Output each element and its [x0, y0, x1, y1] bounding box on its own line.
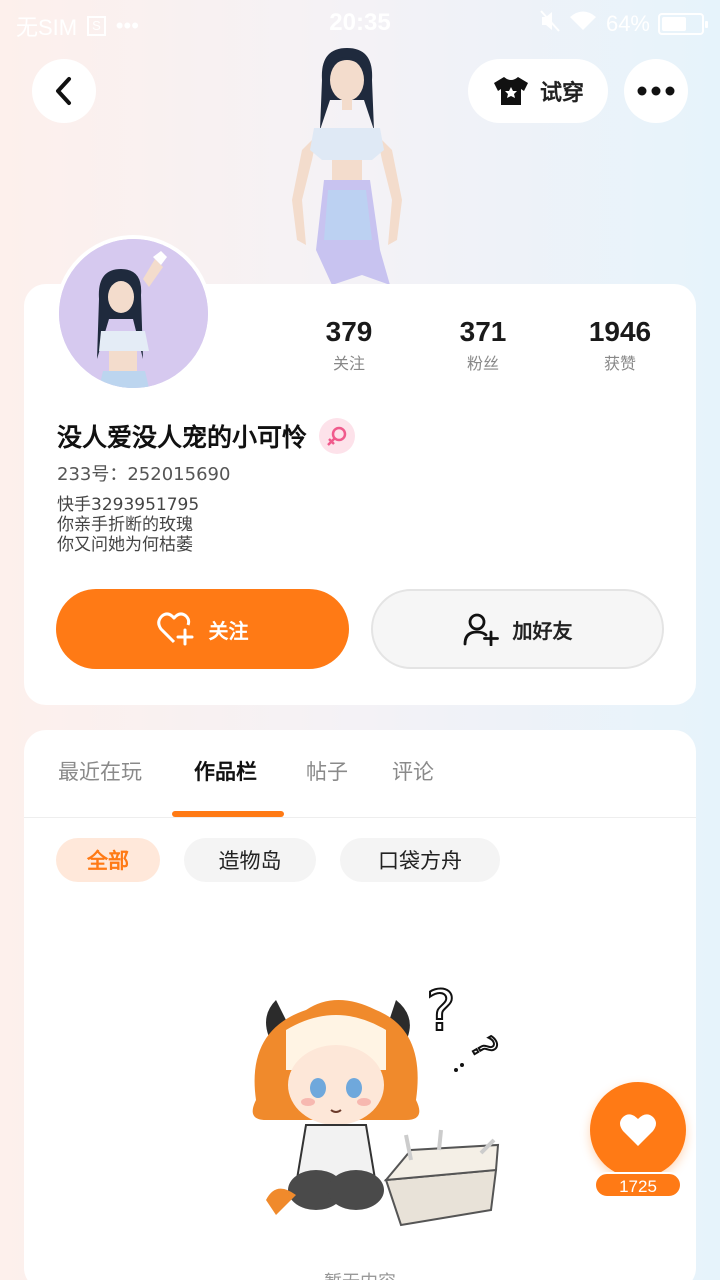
heart-icon	[620, 1114, 656, 1146]
following-label: 关注	[332, 354, 365, 373]
battery-text: 64%	[605, 11, 650, 36]
more-dots-icon	[637, 86, 675, 96]
chevron-left-icon	[56, 77, 71, 105]
stat-followers[interactable]: 371 粉丝	[423, 316, 543, 374]
empty-state-text: 暂无内容	[0, 1268, 720, 1280]
following-count: 379	[325, 316, 373, 347]
tab-bar: 最近在玩 作品栏 帖子 评论	[24, 730, 696, 818]
stat-likes[interactable]: 1946 获赞	[560, 316, 680, 374]
tshirt-icon	[493, 77, 528, 105]
add-friend-button[interactable]: 加好友	[371, 589, 664, 669]
follow-button[interactable]: 关注	[56, 589, 349, 669]
username-text: 没人爱没人宠的小可怜	[57, 423, 308, 452]
like-count-badge: 1725	[594, 1172, 682, 1198]
bio-line: 你亲手折断的玫瑰	[57, 515, 193, 535]
tab-comments[interactable]: 评论	[392, 756, 434, 786]
female-icon	[327, 426, 347, 446]
followers-count: 371	[459, 316, 507, 347]
bio: 快手3293951795 你亲手折断的玫瑰 你又问她为何枯萎	[57, 495, 199, 555]
svg-text:?: ?	[426, 979, 456, 1044]
try-on-button[interactable]: 试穿	[468, 59, 608, 123]
add-friend-label: 加好友	[512, 618, 573, 643]
try-on-label: 试穿	[539, 81, 584, 106]
svg-text:?: ?	[462, 1030, 506, 1066]
avatar[interactable]	[55, 235, 212, 392]
wifi-icon	[568, 10, 598, 38]
filter-all[interactable]: 全部	[56, 838, 160, 882]
mute-icon	[540, 10, 560, 38]
user-id: 233号：252015690	[57, 464, 231, 485]
username: 没人爱没人宠的小可怜	[57, 418, 356, 454]
battery-icon	[658, 13, 708, 35]
back-button[interactable]	[32, 59, 96, 123]
likes-count: 1946	[588, 316, 652, 347]
tab-active-indicator	[172, 811, 284, 817]
follow-label: 关注	[208, 618, 249, 643]
more-button[interactable]	[624, 59, 688, 123]
heart-plus-icon	[156, 612, 193, 646]
character-model-figure[interactable]	[262, 40, 432, 290]
tab-recently-played[interactable]: 最近在玩	[58, 756, 142, 786]
filter-pocket-ark[interactable]: 口袋方舟	[340, 838, 500, 882]
like-fab-button[interactable]	[590, 1082, 686, 1178]
empty-state-mascot-illustration: ? ?	[252, 978, 506, 1227]
bio-line: 你又问她为何枯萎	[57, 535, 193, 555]
tab-works[interactable]: 作品栏	[194, 756, 257, 786]
bio-line: 快手3293951795	[57, 495, 200, 515]
filter-creation-island[interactable]: 造物岛	[184, 838, 316, 882]
likes-label: 获赞	[603, 354, 636, 373]
avatar-image	[59, 239, 208, 388]
stat-following[interactable]: 379 关注	[289, 316, 409, 374]
add-user-icon	[463, 613, 499, 646]
gender-badge	[319, 418, 356, 454]
tab-posts[interactable]: 帖子	[306, 756, 348, 786]
followers-label: 粉丝	[466, 354, 499, 373]
